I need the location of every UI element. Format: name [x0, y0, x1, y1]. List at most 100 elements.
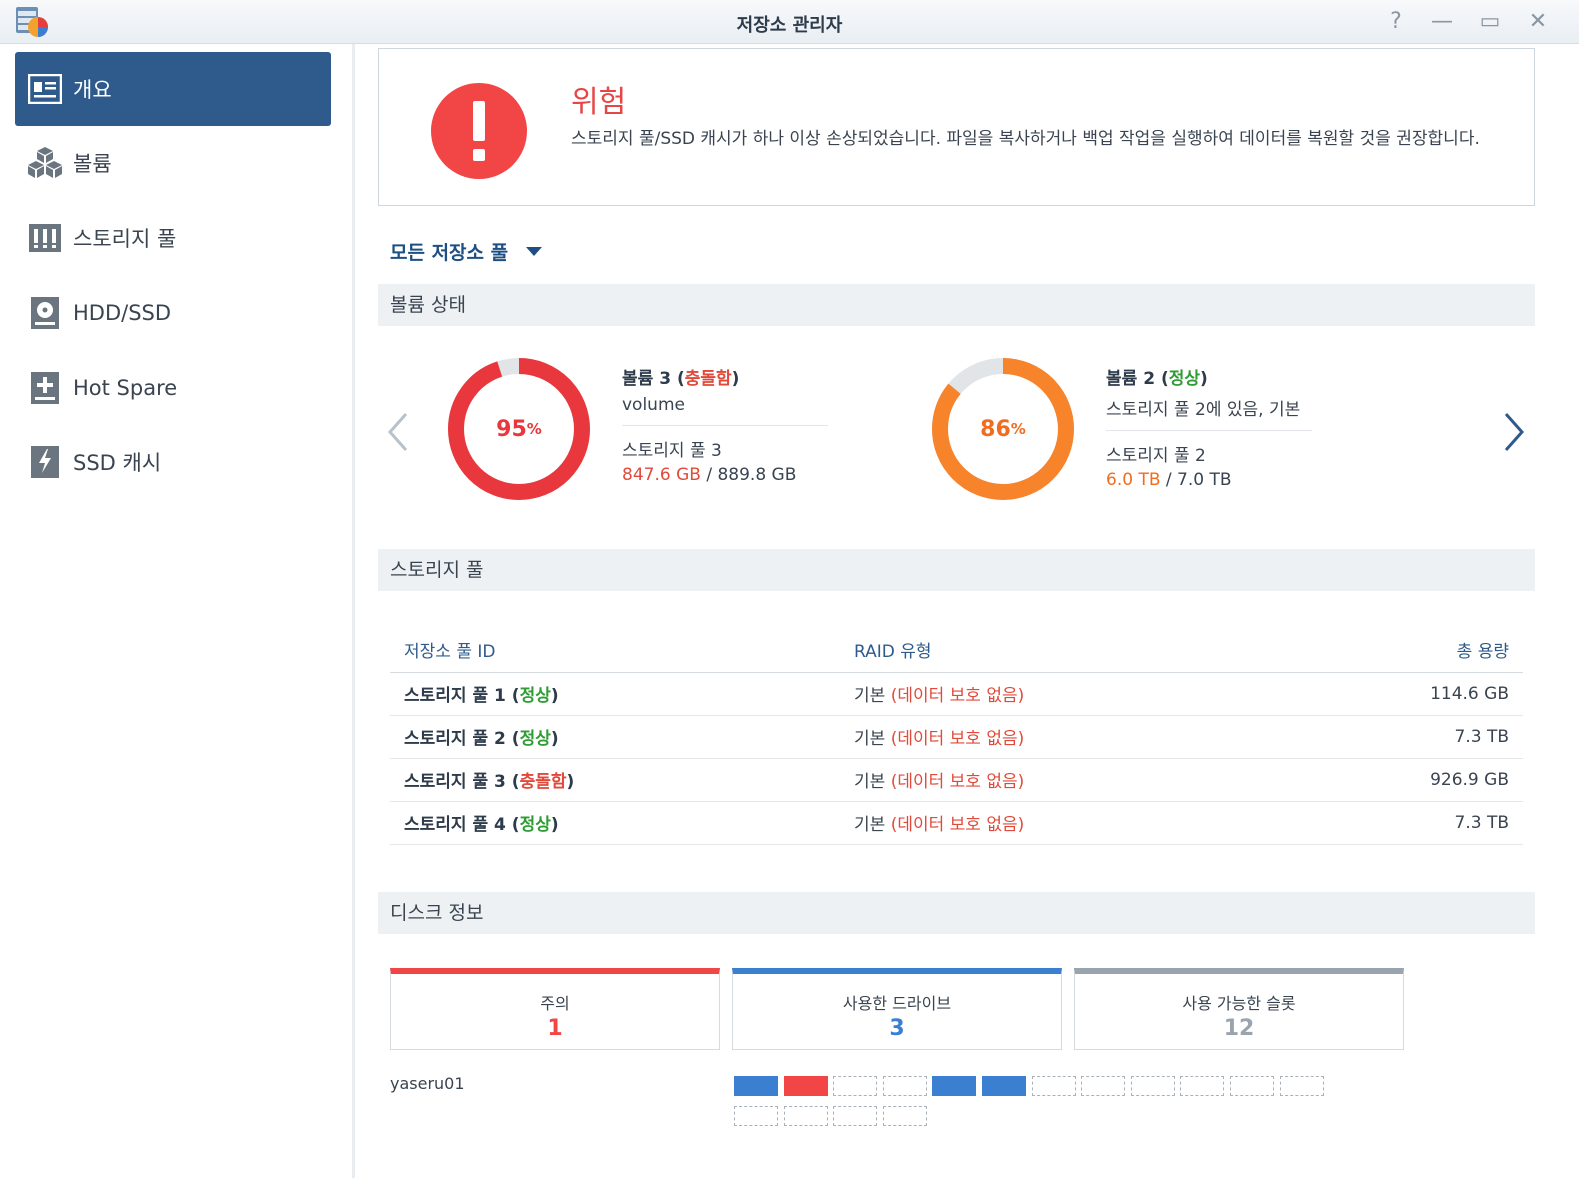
- sidebar-item-volume[interactable]: 볼륨: [15, 126, 331, 200]
- sidebar-item-label: SSD 캐시: [73, 451, 162, 475]
- drive-slot-2[interactable]: [783, 1076, 828, 1096]
- volume-2-used: 6.0 TB: [1106, 470, 1161, 490]
- volume-cubes-icon: [27, 145, 63, 181]
- sidebar-item-label: 개요: [73, 78, 112, 102]
- sidebar-item-hot-spare[interactable]: Hot Spare: [15, 351, 331, 425]
- drive-slot-13[interactable]: [734, 1106, 778, 1126]
- sidebar-item-storage-pool[interactable]: 스토리지 풀: [15, 201, 331, 275]
- raid-note: (데이터 보호 없음): [890, 686, 1025, 706]
- capacity-cell: 7.3 TB: [1290, 715, 1523, 759]
- sidebar-item-label: Hot Spare: [73, 376, 178, 400]
- sidebar-item-label: 스토리지 풀: [73, 227, 177, 251]
- volume-status-header: 볼륨 상태: [378, 284, 1535, 326]
- storage-pool-table: 저장소 풀 ID RAID 유형 총 용량 스토리지 풀 1 (정상) 기본 (데…: [390, 628, 1523, 845]
- volume-2-info: 볼륨 2 (정상) 스토리지 풀 2에 있음, 기본 스토리지 풀 2 6.0 …: [1106, 364, 1326, 490]
- minimize-button[interactable]: —: [1428, 8, 1456, 36]
- pool-status: 정상: [519, 815, 551, 835]
- raid-type-cell: 기본 (데이터 보호 없음): [840, 758, 1290, 802]
- capacity-cell: 926.9 GB: [1290, 758, 1523, 802]
- pool-name-cell: 스토리지 풀 3 (충돌함): [390, 758, 840, 802]
- pool-filter-dropdown[interactable]: 모든 저장소 풀: [390, 238, 543, 265]
- stat-label: 사용 가능한 슬롯: [1182, 994, 1296, 1013]
- table-row[interactable]: 스토리지 풀 2 (정상) 기본 (데이터 보호 없음) 7.3 TB: [390, 715, 1523, 759]
- sidebar-item-overview[interactable]: 개요: [15, 52, 331, 126]
- health-alert-panel: 위험 스토리지 풀/SSD 캐시가 하나 이상 손상되었습니다. 파일을 복사하…: [378, 48, 1535, 206]
- volume-3-name: 볼륨 3: [622, 369, 672, 389]
- pool-name-cell: 스토리지 풀 1 (정상): [390, 672, 840, 716]
- caret-down-icon: [526, 247, 543, 256]
- drive-slot-9[interactable]: [1130, 1076, 1175, 1096]
- volume-3-pool: 스토리지 풀 3: [622, 441, 722, 461]
- table-row[interactable]: 스토리지 풀 4 (정상) 기본 (데이터 보호 없음) 7.3 TB: [390, 801, 1523, 845]
- stat-card-used-drives[interactable]: 사용한 드라이브 3: [732, 968, 1062, 1050]
- maximize-button[interactable]: ▭: [1476, 8, 1504, 36]
- drive-slot-15[interactable]: [833, 1106, 878, 1126]
- drive-slot-16[interactable]: [882, 1106, 927, 1126]
- sidebar-divider: [352, 44, 355, 1178]
- ssd-cache-icon: [27, 444, 63, 480]
- disk-info-header: 디스크 정보: [378, 892, 1535, 934]
- help-button[interactable]: ?: [1382, 8, 1410, 36]
- drive-slot-10[interactable]: [1180, 1076, 1225, 1096]
- volume-2-usage-donut: 86%: [928, 354, 1078, 504]
- drive-slot-11[interactable]: [1230, 1076, 1274, 1096]
- volume-3-status: 충돌함: [684, 369, 732, 389]
- server-name: yaseru01: [390, 1074, 465, 1093]
- window-title: 저장소 관리자: [736, 15, 843, 36]
- column-total-capacity[interactable]: 총 용량: [1290, 628, 1523, 673]
- volume-3-info: 볼륨 3 (충돌함) volume 스토리지 풀 3 847.6 GB / 88…: [622, 364, 842, 485]
- volume-2-status: 정상: [1168, 369, 1201, 389]
- drive-slot-3[interactable]: [833, 1076, 878, 1096]
- stat-card-available-slots[interactable]: 사용 가능한 슬롯 12: [1074, 968, 1404, 1050]
- volume-2-name: 볼륨 2: [1106, 369, 1156, 389]
- raid-note: (데이터 보호 없음): [890, 772, 1025, 792]
- hdd-icon: [27, 295, 63, 331]
- pool-name-cell: 스토리지 풀 2 (정상): [390, 715, 840, 759]
- volume-2-percent: 86%: [980, 416, 1026, 442]
- sidebar: 개요 볼륨 스토리지 풀 HDD/SSD Hot Spare SSD 캐시: [0, 44, 352, 1178]
- pool-status: 충돌함: [519, 772, 567, 792]
- drive-slot-5[interactable]: [932, 1076, 977, 1096]
- volume-3-used: 847.6 GB: [622, 465, 701, 485]
- column-raid-type[interactable]: RAID 유형: [840, 628, 1290, 673]
- hot-spare-icon: [27, 370, 63, 406]
- pool-status: 정상: [519, 686, 551, 706]
- raid-note: (데이터 보호 없음): [890, 729, 1025, 749]
- capacity-cell: 114.6 GB: [1290, 672, 1523, 716]
- stat-label: 사용한 드라이브: [842, 994, 952, 1013]
- volume-3-total: 889.8 GB: [717, 465, 797, 485]
- drive-slot-4[interactable]: [882, 1076, 927, 1096]
- drive-slot-1[interactable]: [734, 1076, 778, 1096]
- stat-card-warning[interactable]: 주의 1: [390, 968, 720, 1050]
- alert-message: 스토리지 풀/SSD 캐시가 하나 이상 손상되었습니다. 파일을 복사하거나 …: [571, 129, 1480, 149]
- drive-slot-14[interactable]: [783, 1106, 828, 1126]
- overview-icon: [27, 71, 63, 107]
- pool-name-cell: 스토리지 풀 4 (정상): [390, 801, 840, 845]
- table-row[interactable]: 스토리지 풀 3 (충돌함) 기본 (데이터 보호 없음) 926.9 GB: [390, 758, 1523, 802]
- volume-3-usage-donut: 95%: [444, 354, 594, 504]
- stat-label: 주의: [540, 994, 570, 1013]
- sidebar-item-label: 볼륨: [73, 152, 112, 176]
- column-pool-id[interactable]: 저장소 풀 ID: [390, 628, 840, 673]
- drive-slot-12[interactable]: [1279, 1076, 1324, 1096]
- pool-filter-label: 모든 저장소 풀: [390, 242, 509, 264]
- drive-slot-8[interactable]: [1081, 1076, 1126, 1096]
- close-button[interactable]: ✕: [1524, 8, 1552, 36]
- table-row[interactable]: 스토리지 풀 1 (정상) 기본 (데이터 보호 없음) 114.6 GB: [390, 672, 1523, 716]
- sidebar-item-ssd-cache[interactable]: SSD 캐시: [15, 425, 331, 499]
- stat-value: 1: [547, 1016, 563, 1041]
- sidebar-item-label: HDD/SSD: [73, 301, 172, 325]
- table-header-row: 저장소 풀 ID RAID 유형 총 용량: [390, 628, 1523, 673]
- drive-slot-7[interactable]: [1031, 1076, 1076, 1096]
- volume-2-total: 7.0 TB: [1177, 470, 1232, 490]
- next-arrow-icon[interactable]: [1502, 410, 1526, 462]
- raid-note: (데이터 보호 없음): [890, 815, 1025, 835]
- danger-exclamation-icon: [431, 83, 527, 179]
- volume-2-pool: 스토리지 풀 2: [1106, 446, 1206, 466]
- sidebar-item-hdd-ssd[interactable]: HDD/SSD: [15, 276, 331, 350]
- storage-pool-header: 스토리지 풀: [378, 549, 1535, 591]
- storage-pool-icon: [27, 220, 63, 256]
- drive-slot-6[interactable]: [982, 1076, 1026, 1096]
- alert-title: 위험: [571, 85, 627, 120]
- prev-arrow-icon[interactable]: [386, 410, 410, 462]
